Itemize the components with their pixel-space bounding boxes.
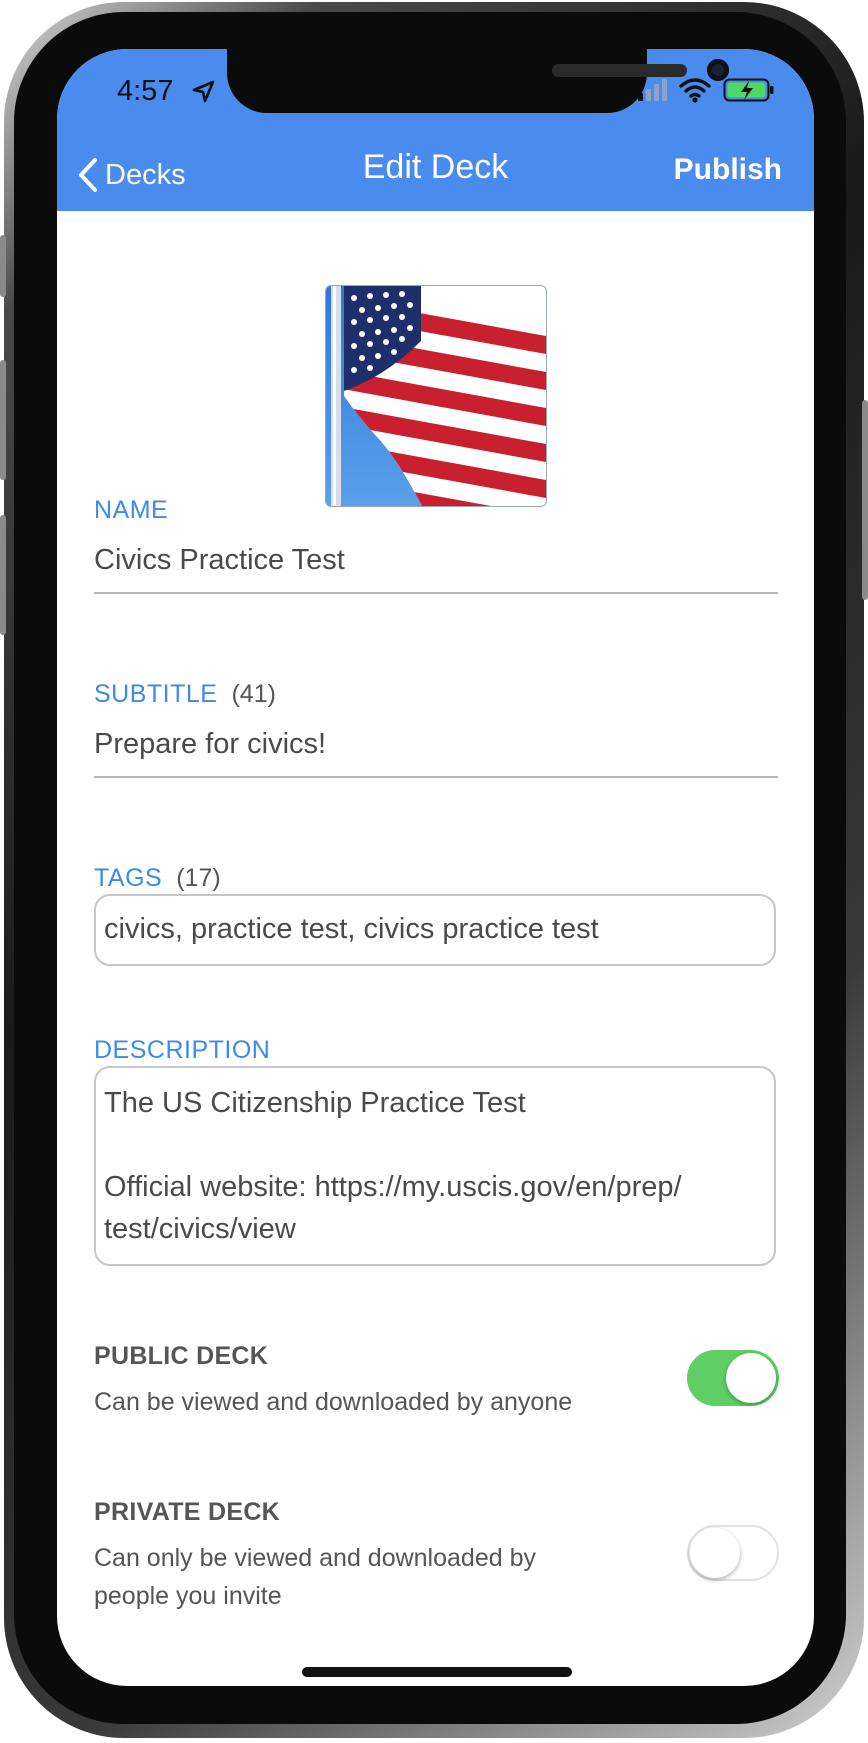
wifi-icon	[679, 78, 711, 103]
toggle-knob	[690, 1528, 740, 1578]
battery-charging-icon	[723, 78, 774, 102]
device-notch	[227, 49, 729, 113]
american-flag-image	[326, 286, 546, 506]
public-deck-title: PUBLIC DECK	[94, 1342, 269, 1370]
public-deck-description: Can be viewed and downloaded by anyone	[94, 1388, 573, 1416]
home-indicator[interactable]	[302, 1667, 572, 1677]
description-label-text: DESCRIPTION	[94, 1036, 271, 1064]
publish-button[interactable]: Publish	[674, 153, 782, 187]
tags-input-box[interactable]: civics, practice test, civics practice t…	[94, 894, 776, 966]
private-deck-toggle[interactable]	[687, 1525, 779, 1581]
tags-label: TAGS (17)	[94, 864, 221, 893]
tags-input[interactable]: civics, practice test, civics practice t…	[96, 896, 774, 946]
silent-switch	[0, 235, 6, 297]
description-line: Official website: https://my.uscis.gov/e…	[104, 1171, 682, 1203]
tags-label-text: TAGS	[94, 864, 163, 892]
name-label: NAME	[94, 496, 168, 525]
public-deck-toggle[interactable]	[687, 1350, 779, 1406]
description-text: The US Citizenship Practice Test Officia…	[96, 1068, 774, 1250]
private-deck-title: PRIVATE DECK	[94, 1498, 281, 1526]
subtitle-label: SUBTITLE (41)	[94, 680, 276, 709]
tags-char-count: (17)	[176, 864, 221, 892]
description-label: DESCRIPTION	[94, 1036, 270, 1065]
subtitle-underline	[94, 776, 778, 778]
subtitle-input[interactable]: Prepare for civics!	[94, 728, 326, 761]
description-line: test/civics/view	[104, 1213, 296, 1245]
status-time: 4:57	[117, 75, 174, 107]
name-label-text: NAME	[94, 496, 169, 524]
location-arrow-icon	[192, 80, 215, 103]
toggle-knob	[726, 1353, 776, 1403]
volume-up-button	[0, 360, 6, 480]
description-line: The US Citizenship Practice Test	[104, 1087, 526, 1119]
name-underline	[94, 592, 778, 594]
private-deck-description-line: Can only be viewed and downloaded by	[94, 1544, 536, 1572]
deck-cover-image[interactable]	[325, 285, 547, 507]
private-deck-description-line: people you invite	[94, 1582, 282, 1610]
earpiece-speaker	[552, 64, 687, 77]
subtitle-char-count: (41)	[231, 680, 276, 708]
front-camera	[707, 59, 729, 81]
app-screen: 4:57 Decks Edit Deck Publish NAME Civics…	[57, 49, 814, 1686]
private-deck-description: Can only be viewed and downloaded by peo…	[94, 1539, 614, 1615]
description-blank-line	[104, 1124, 774, 1166]
description-textarea[interactable]: The US Citizenship Practice Test Officia…	[94, 1066, 776, 1266]
name-input[interactable]: Civics Practice Test	[94, 544, 345, 577]
volume-down-button	[0, 515, 6, 635]
subtitle-label-text: SUBTITLE	[94, 680, 218, 708]
power-button	[862, 400, 868, 600]
